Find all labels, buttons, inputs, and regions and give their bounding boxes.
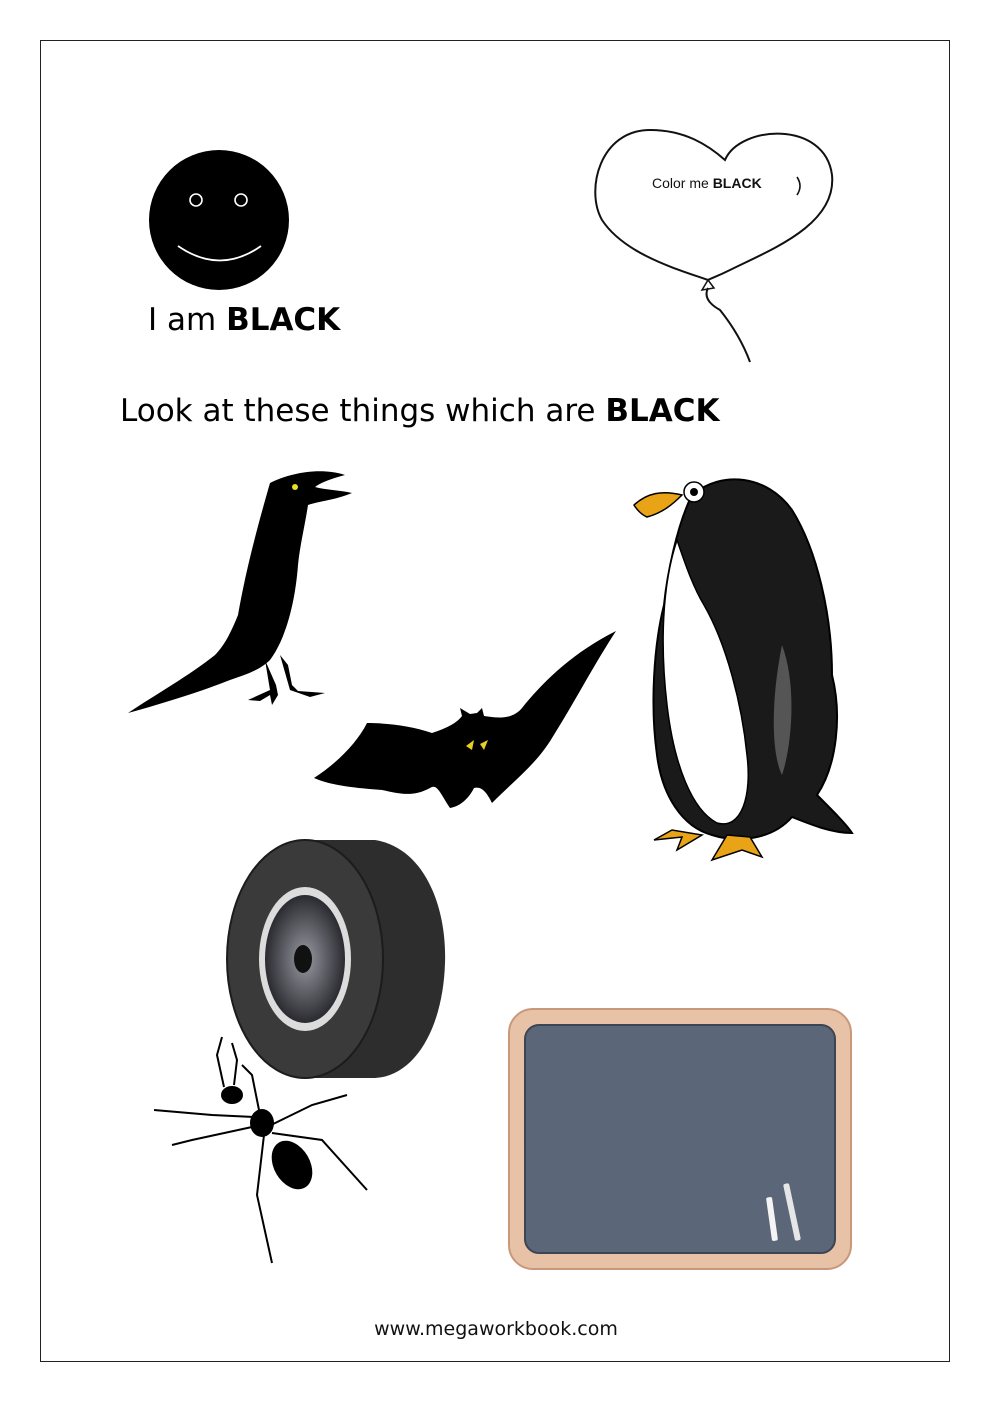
smiley-caption: I am BLACK — [148, 302, 341, 338]
heart-balloon-icon — [594, 128, 834, 363]
ant-icon — [153, 1036, 368, 1264]
balloon-label: Color me BLACK — [652, 175, 762, 191]
bat-icon — [314, 631, 616, 808]
black-smiley-icon — [149, 150, 289, 290]
slate-icon — [508, 1008, 852, 1270]
section-heading: Look at these things which are BLACK — [120, 393, 720, 429]
website-footer: www.megaworkbook.com — [374, 1318, 618, 1340]
penguin-icon — [633, 478, 854, 862]
